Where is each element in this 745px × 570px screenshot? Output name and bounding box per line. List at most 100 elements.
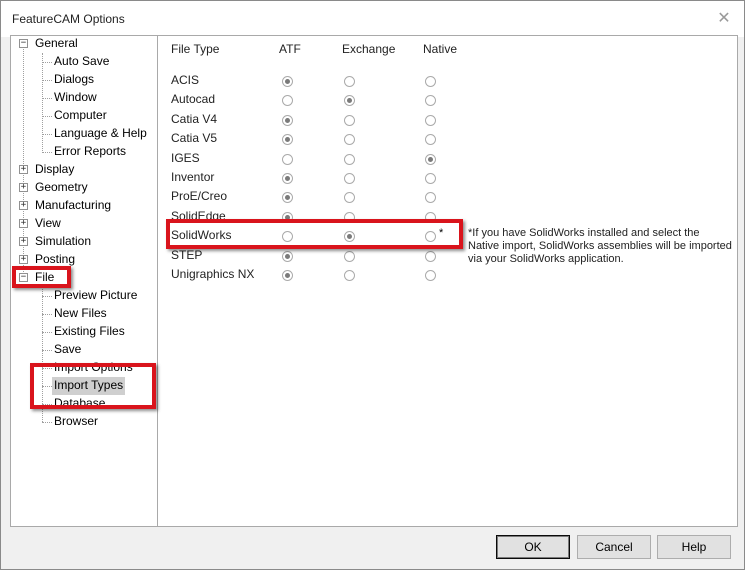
- radio-native[interactable]: [425, 95, 436, 106]
- tree-node-window[interactable]: Window: [52, 89, 99, 107]
- radio-atf[interactable]: [282, 212, 293, 223]
- tree-connector: [42, 134, 52, 135]
- tree-connector: [42, 98, 52, 99]
- radio-exchange[interactable]: [344, 270, 355, 281]
- tree-connector: [42, 116, 52, 117]
- file-type-label: STEP: [171, 248, 203, 262]
- radio-atf[interactable]: [282, 192, 293, 203]
- tree-node-simulation[interactable]: Simulation: [33, 233, 93, 251]
- tree-node-browser[interactable]: Browser: [52, 413, 100, 431]
- tree-connector: [42, 350, 52, 351]
- radio-atf[interactable]: [282, 76, 293, 87]
- radio-native[interactable]: [425, 192, 436, 203]
- tree-node-dialogs[interactable]: Dialogs: [52, 71, 96, 89]
- header-file-type: File Type: [171, 42, 220, 56]
- tree-node-preview-picture[interactable]: Preview Picture: [52, 287, 139, 305]
- tree-node-database[interactable]: Database: [52, 395, 107, 413]
- file-type-label: SolidEdge: [171, 209, 226, 223]
- tree-connector: [42, 314, 52, 315]
- tree-connector: [42, 368, 52, 369]
- radio-native[interactable]: [425, 251, 436, 262]
- radio-exchange[interactable]: [344, 76, 355, 87]
- radio-native[interactable]: [425, 134, 436, 145]
- options-dialog: FeatureCAM Options ✕ − + + + + + + − Gen…: [0, 0, 745, 570]
- tree-connector: [42, 404, 52, 405]
- radio-exchange[interactable]: [344, 154, 355, 165]
- file-type-label: IGES: [171, 151, 200, 165]
- radio-native[interactable]: [425, 231, 436, 242]
- radio-atf[interactable]: [282, 251, 293, 262]
- options-tree: − + + + + + + − General Auto Save Dialog…: [10, 35, 158, 527]
- native-note-marker: *: [439, 227, 444, 239]
- radio-atf[interactable]: [282, 115, 293, 126]
- collapse-icon[interactable]: −: [19, 39, 28, 48]
- radio-atf[interactable]: [282, 231, 293, 242]
- radio-native[interactable]: [425, 270, 436, 281]
- tree-node-new-files[interactable]: New Files: [52, 305, 109, 323]
- ok-button[interactable]: OK: [496, 535, 570, 559]
- import-types-panel: File Type ATF Exchange Native ACIS Autoca…: [158, 35, 738, 527]
- tree-connector: [42, 386, 52, 387]
- tree-connector: [42, 284, 43, 422]
- solidworks-note: *If you have SolidWorks installed and se…: [468, 227, 732, 265]
- radio-atf[interactable]: [282, 95, 293, 106]
- tree-node-error-reports[interactable]: Error Reports: [52, 143, 128, 161]
- tree-node-computer[interactable]: Computer: [52, 107, 109, 125]
- tree-connector: [42, 53, 43, 151]
- radio-exchange[interactable]: [344, 251, 355, 262]
- tree-connector: [42, 332, 52, 333]
- expand-icon[interactable]: +: [19, 165, 28, 174]
- radio-exchange[interactable]: [344, 95, 355, 106]
- tree-node-save[interactable]: Save: [52, 341, 83, 359]
- tree-node-import-types[interactable]: Import Types: [52, 377, 126, 395]
- tree-connector: [42, 296, 52, 297]
- radio-atf[interactable]: [282, 270, 293, 281]
- radio-exchange[interactable]: [344, 212, 355, 223]
- collapse-icon[interactable]: −: [19, 273, 28, 282]
- radio-exchange[interactable]: [344, 231, 355, 242]
- tree-node-manufacturing[interactable]: Manufacturing: [33, 197, 113, 215]
- expand-icon[interactable]: +: [19, 219, 28, 228]
- header-native: Native: [423, 42, 458, 56]
- file-type-label: Unigraphics NX: [171, 267, 255, 281]
- tree-node-posting[interactable]: Posting: [33, 251, 77, 269]
- tree-connector: [42, 80, 52, 81]
- file-type-label: ACIS: [171, 73, 200, 87]
- radio-native[interactable]: [425, 154, 436, 165]
- tree-node-existing-files[interactable]: Existing Files: [52, 323, 127, 341]
- header-exchange: Exchange: [342, 42, 396, 56]
- tree-node-import-options[interactable]: Import Options: [52, 359, 135, 377]
- tree-node-geometry[interactable]: Geometry: [33, 179, 90, 197]
- radio-exchange[interactable]: [344, 173, 355, 184]
- cancel-button[interactable]: Cancel: [577, 535, 651, 559]
- tree-node-general[interactable]: General: [33, 35, 80, 53]
- tree-node-file[interactable]: File: [33, 269, 56, 287]
- radio-native[interactable]: [425, 115, 436, 126]
- tree-connector: [42, 422, 52, 423]
- tree-node-auto-save[interactable]: Auto Save: [52, 53, 111, 71]
- radio-atf[interactable]: [282, 134, 293, 145]
- expand-icon[interactable]: +: [19, 255, 28, 264]
- help-button[interactable]: Help: [657, 535, 731, 559]
- tree-node-view[interactable]: View: [33, 215, 63, 233]
- file-type-label: Autocad: [171, 92, 216, 106]
- file-type-label: Catia V5: [171, 131, 218, 145]
- close-icon[interactable]: ✕: [716, 11, 732, 27]
- radio-atf[interactable]: [282, 173, 293, 184]
- radio-native[interactable]: [425, 212, 436, 223]
- expand-icon[interactable]: +: [19, 183, 28, 192]
- expand-icon[interactable]: +: [19, 201, 28, 210]
- radio-native[interactable]: [425, 173, 436, 184]
- radio-atf[interactable]: [282, 154, 293, 165]
- radio-exchange[interactable]: [344, 115, 355, 126]
- expand-icon[interactable]: +: [19, 237, 28, 246]
- tree-node-language-help[interactable]: Language & Help: [52, 125, 149, 143]
- radio-exchange[interactable]: [344, 134, 355, 145]
- header-atf: ATF: [279, 42, 301, 56]
- tree-connector: [42, 62, 52, 63]
- tree-node-display[interactable]: Display: [33, 161, 76, 179]
- title-bar: FeatureCAM Options ✕: [1, 1, 744, 37]
- tree-connector: [42, 152, 52, 153]
- radio-exchange[interactable]: [344, 192, 355, 203]
- radio-native[interactable]: [425, 76, 436, 87]
